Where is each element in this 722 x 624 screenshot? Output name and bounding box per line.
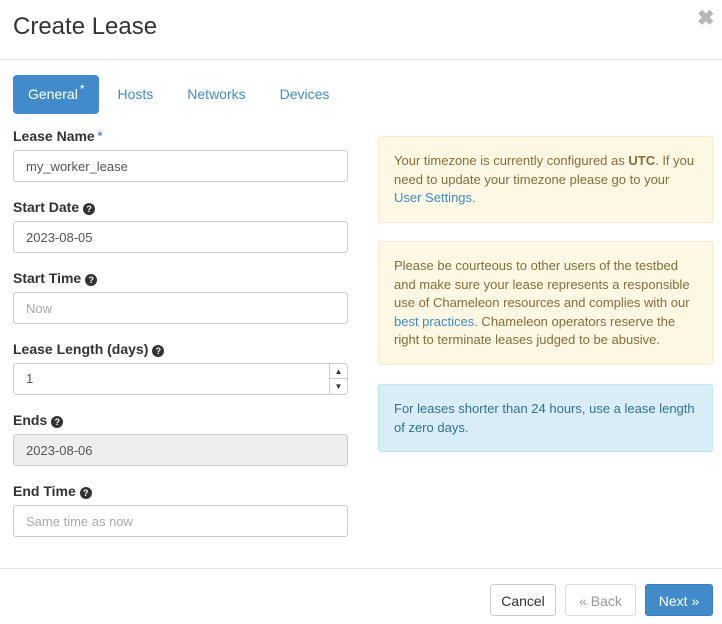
info-alert: For leases shorter than 24 hours, use a … — [378, 384, 713, 452]
question-circle-icon[interactable]: ? — [83, 203, 96, 215]
lease-name-input[interactable] — [13, 150, 348, 182]
end-time-input[interactable] — [13, 505, 348, 537]
alert-text: For leases shorter than 24 hours, use a … — [394, 401, 695, 435]
cancel-button[interactable]: Cancel — [490, 584, 556, 616]
ends-input — [13, 434, 348, 466]
courtesy-alert: Please be courteous to other users of th… — [378, 241, 713, 365]
question-circle-icon[interactable]: ? — [79, 487, 92, 499]
label-text: Ends — [13, 412, 48, 428]
label-text: Start Time — [13, 270, 82, 286]
label-text: Lease Name — [13, 128, 95, 144]
best-practices-link[interactable]: best practices — [394, 314, 474, 329]
close-icon[interactable]: ✖ — [697, 8, 715, 30]
question-circle-icon[interactable]: ? — [51, 416, 64, 428]
start-time-input[interactable] — [13, 292, 348, 324]
ends-group: Ends? — [13, 409, 348, 480]
start-date-input[interactable] — [13, 221, 348, 253]
label-text: Start Date — [13, 199, 80, 215]
tab-general[interactable]: General * — [13, 75, 100, 114]
label-text: Lease Length (days) — [13, 341, 149, 357]
increment-arrow-icon[interactable]: ▲ — [330, 364, 347, 379]
lease-length-stepper[interactable]: 1 ▲ ▼ — [13, 363, 348, 395]
lease-length-group: Lease Length (days)? 1 ▲ ▼ — [13, 338, 348, 409]
back-button[interactable]: « Back — [565, 584, 636, 616]
start-date-label: Start Date? — [13, 198, 96, 216]
wizard-tabs: General * Hosts Networks Devices — [13, 75, 347, 114]
lease-name-group: Lease Name * — [13, 125, 348, 196]
question-circle-icon[interactable]: ? — [152, 345, 165, 357]
start-time-label: Start Time? — [13, 269, 98, 287]
tab-hosts[interactable]: Hosts — [101, 75, 169, 114]
tab-networks[interactable]: Networks — [171, 75, 261, 114]
alert-text: Your timezone is currently configured as — [394, 153, 629, 168]
end-time-label: End Time? — [13, 482, 92, 500]
user-settings-link[interactable]: User Settings — [394, 190, 472, 205]
end-time-group: End Time? — [13, 480, 348, 551]
alert-text: Please be courteous to other users of th… — [394, 258, 690, 310]
timezone-value: UTC — [628, 153, 656, 168]
ends-label: Ends? — [13, 411, 64, 429]
required-asterisk-icon: * — [79, 82, 85, 96]
spinner: ▲ ▼ — [329, 364, 347, 394]
question-circle-icon[interactable]: ? — [85, 274, 98, 286]
decrement-arrow-icon[interactable]: ▼ — [330, 379, 347, 394]
lease-name-label: Lease Name * — [13, 127, 102, 145]
start-time-group: Start Time? — [13, 267, 348, 338]
lease-length-label: Lease Length (days)? — [13, 340, 165, 358]
modal-header: Create Lease ✖ — [0, 0, 722, 60]
modal-footer: Cancel « Back Next » — [0, 568, 722, 624]
start-date-group: Start Date? — [13, 196, 348, 267]
timezone-alert: Your timezone is currently configured as… — [378, 136, 713, 223]
lease-form: Lease Name* Start Date? Start Time? Leas… — [13, 125, 348, 551]
required-asterisk-icon: * — [97, 129, 103, 143]
tab-devices[interactable]: Devices — [264, 75, 346, 114]
alert-text: . — [472, 190, 476, 205]
label-text: End Time — [13, 483, 76, 499]
next-button[interactable]: Next » — [645, 584, 713, 616]
modal-title: Create Lease — [13, 13, 158, 40]
tab-label: General — [28, 86, 78, 102]
lease-length-value[interactable]: 1 — [26, 371, 33, 386]
